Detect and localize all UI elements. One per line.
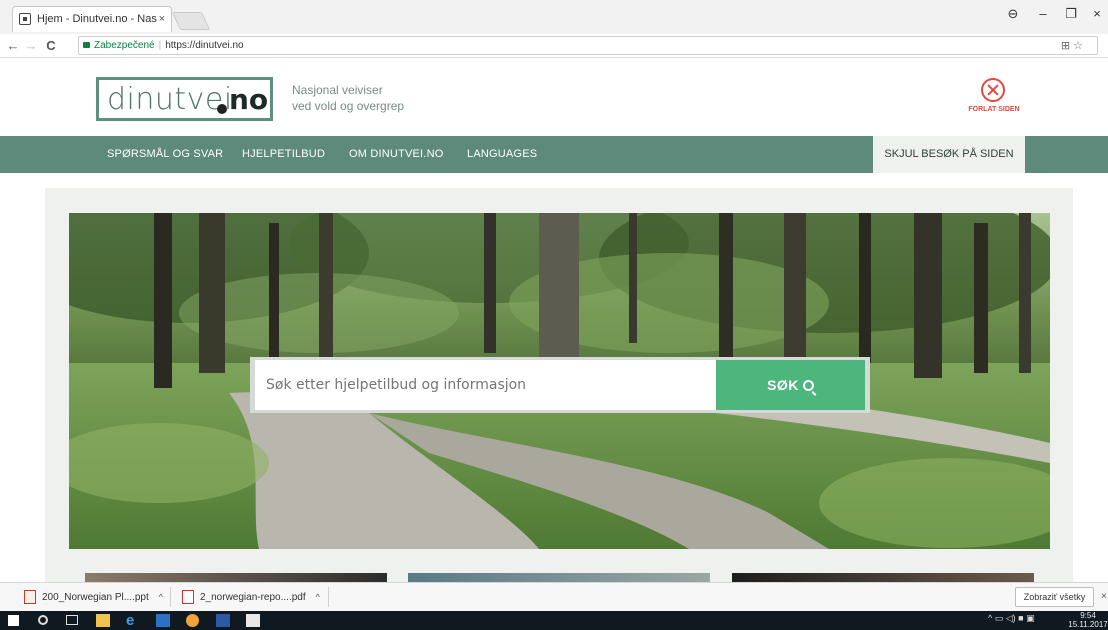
task-view-icon[interactable]	[66, 615, 78, 625]
site-tagline: Nasjonal veiviser ved vold og overgrep	[292, 82, 404, 114]
windows-taskbar: e ^ ▭ ◁) ■ ▣ 9:54 15.11.2017	[0, 611, 1108, 630]
main-navigation: SPØRSMÅL OG SVAR HJELPETILBUD OM DINUTVE…	[0, 136, 1108, 173]
pdf-file-icon	[182, 590, 194, 604]
download-filename: 200_Norwegian Pl....ppt	[42, 592, 149, 603]
search-icon[interactable]	[38, 615, 48, 625]
download-item[interactable]: 200_Norwegian Pl....ppt ^	[20, 583, 163, 611]
nav-item-questions[interactable]: SPØRSMÅL OG SVAR	[107, 136, 223, 173]
nav-item-languages[interactable]: LANGUAGES	[467, 136, 537, 173]
system-tray-icons[interactable]: ^ ▭ ◁) ■ ▣	[988, 613, 1035, 624]
lock-icon	[83, 42, 90, 48]
downloads-bar: 200_Norwegian Pl....ppt ^ 2_norwegian-rep…	[0, 582, 1108, 611]
browser-toolbar: ← → C Zabezpečené | https://dinutvei.no ⊞ …	[0, 34, 1108, 58]
logo-text: dinutvei	[107, 82, 233, 117]
search-input[interactable]	[255, 360, 716, 410]
browser-tab-strip: Hjem - Dinutvei.no - Nas × ⊖ – ❐ ×	[0, 0, 1108, 34]
close-window-button[interactable]: ×	[1082, 4, 1108, 24]
photos-icon[interactable]	[246, 614, 260, 627]
nav-item-help-services[interactable]: HJELPETILBUD	[242, 136, 325, 173]
secure-label: Zabezpečené	[94, 40, 155, 51]
file-explorer-icon[interactable]	[96, 614, 110, 627]
search-button-label: SØK	[767, 377, 799, 393]
tagline-line-2: ved vold og overgrep	[292, 99, 405, 113]
leave-site-label: FORLAT SIDEN	[968, 106, 1020, 113]
clock-time: 9:54	[1080, 611, 1096, 620]
favicon-icon	[19, 13, 31, 25]
windows-start-icon[interactable]	[8, 615, 19, 626]
logo-tld: no	[229, 83, 269, 116]
tab-title: Hjem - Dinutvei.no - Nas	[37, 13, 157, 25]
hide-visit-button[interactable]: SKJUL BESØK PÅ SIDEN	[873, 136, 1025, 173]
address-bar[interactable]: Zabezpečené | https://dinutvei.no ⊞ ☆	[78, 36, 1098, 55]
word-icon[interactable]	[216, 614, 230, 627]
site-header: dinutvei no Nasjonal veiviser ved vold o…	[0, 59, 1108, 136]
taskbar-clock[interactable]: 9:54 15.11.2017	[1068, 611, 1108, 629]
show-all-downloads-button[interactable]: Zobraziť všetky	[1015, 587, 1094, 607]
back-arrow-icon[interactable]: ←	[4, 36, 22, 56]
forward-arrow-icon[interactable]: →	[22, 36, 40, 56]
download-filename: 2_norwegian-repo....pdf	[200, 592, 306, 603]
chevron-up-icon[interactable]: ^	[159, 592, 163, 602]
chevron-up-icon[interactable]: ^	[316, 592, 320, 602]
clock-date: 15.11.2017	[1068, 620, 1108, 629]
divider	[170, 587, 171, 607]
search-icon	[802, 380, 814, 391]
url-text: https://dinutvei.no	[165, 40, 244, 51]
site-logo[interactable]: dinutvei no	[96, 77, 273, 121]
tab-close-icon[interactable]: ×	[159, 7, 165, 31]
close-circle-icon	[981, 78, 1005, 102]
translate-and-bookmark-icons[interactable]: ⊞ ☆	[1061, 38, 1083, 55]
logo-dot	[217, 104, 227, 114]
search-bar: SØK	[250, 357, 870, 413]
address-separator: |	[158, 40, 162, 51]
profile-icon[interactable]: ⊖	[998, 4, 1028, 24]
close-downloads-icon[interactable]: ×	[1101, 583, 1107, 611]
outlook-icon[interactable]	[156, 614, 170, 627]
browser-tab[interactable]: Hjem - Dinutvei.no - Nas ×	[12, 6, 172, 32]
new-tab-button[interactable]	[171, 12, 211, 30]
minimize-button[interactable]: –	[1028, 4, 1058, 24]
edge-browser-icon[interactable]: e	[126, 613, 140, 628]
download-item[interactable]: 2_norwegian-repo....pdf ^	[178, 583, 320, 611]
tagline-line-1: Nasjonal veiviser	[292, 83, 383, 97]
nav-item-about[interactable]: OM DINUTVEI.NO	[349, 136, 443, 173]
divider	[328, 587, 329, 607]
chrome-icon[interactable]	[186, 614, 199, 627]
reload-icon[interactable]: C	[42, 36, 60, 56]
leave-site-button[interactable]: FORLAT SIDEN	[960, 76, 1028, 120]
search-button[interactable]: SØK	[716, 360, 865, 410]
ppt-file-icon	[24, 590, 36, 604]
